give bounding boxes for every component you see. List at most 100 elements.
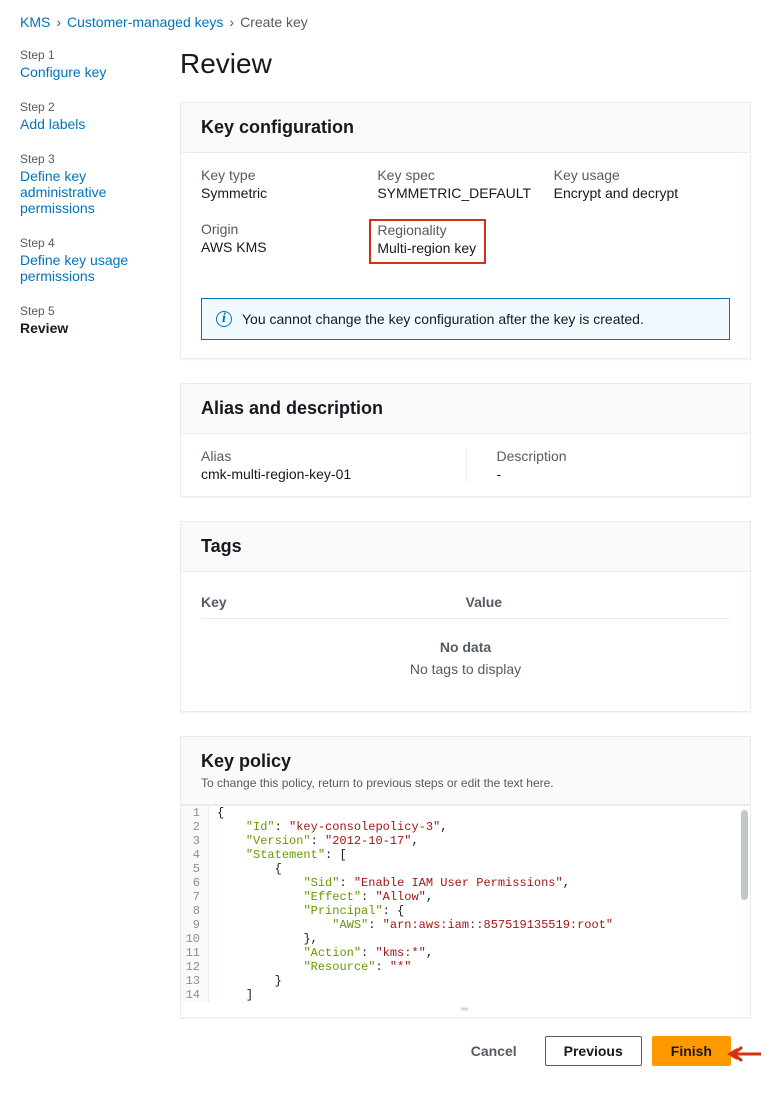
label: Regionality [377, 222, 476, 238]
step-link-define-usage-permissions[interactable]: Define key usage permissions [20, 252, 128, 284]
cancel-button[interactable]: Cancel [453, 1037, 535, 1065]
line-text: }, [209, 932, 326, 946]
chevron-right-icon: › [56, 14, 61, 30]
line-number: 6 [181, 876, 209, 890]
line-text: "Resource": "*" [209, 960, 419, 974]
code-line: 4 "Statement": [ [181, 848, 750, 862]
code-line: 2 "Id": "key-consolepolicy-3", [181, 820, 750, 834]
value: AWS KMS [201, 239, 377, 255]
line-text: { [209, 806, 232, 820]
panel-header: Key configuration [181, 103, 750, 153]
value: Multi-region key [377, 240, 476, 256]
code-line: 3 "Version": "2012-10-17", [181, 834, 750, 848]
panel-header: Alias and description [181, 384, 750, 434]
value: SYMMETRIC_DEFAULT [377, 185, 553, 201]
step-4: Step 4 Define key usage permissions [20, 236, 160, 284]
info-icon: i [216, 311, 232, 327]
line-text: "Principal": { [209, 904, 412, 918]
value: Encrypt and decrypt [554, 185, 730, 201]
page-title: Review [180, 48, 751, 80]
policy-subtext: To change this policy, return to previou… [201, 776, 730, 790]
line-number: 13 [181, 974, 209, 988]
line-text: } [209, 974, 290, 988]
line-number: 4 [181, 848, 209, 862]
finish-button[interactable]: Finish [652, 1036, 731, 1066]
breadcrumb: KMS › Customer-managed keys › Create key [0, 0, 771, 36]
breadcrumb-kms[interactable]: KMS [20, 14, 50, 30]
policy-header-text: Key policy [201, 751, 291, 771]
panel-alias-description: Alias and description Alias cmk-multi-re… [180, 383, 751, 497]
resize-handle[interactable]: ═ [181, 1002, 750, 1017]
tags-nodata: No data [201, 639, 730, 655]
line-text: "Id": "key-consolepolicy-3", [209, 820, 455, 834]
info-text: You cannot change the key configuration … [242, 311, 644, 327]
step-1: Step 1 Configure key [20, 48, 160, 80]
step-3: Step 3 Define key administrative permiss… [20, 152, 160, 216]
line-text: "Sid": "Enable IAM User Permissions", [209, 876, 578, 890]
line-text: "AWS": "arn:aws:iam::857519135519:root" [209, 918, 621, 932]
line-number: 14 [181, 988, 209, 1002]
line-number: 3 [181, 834, 209, 848]
line-text: "Effect": "Allow", [209, 890, 441, 904]
line-number: 1 [181, 806, 209, 820]
line-number: 7 [181, 890, 209, 904]
code-line: 13 } [181, 974, 750, 988]
value: - [497, 466, 731, 482]
kv-key-spec: Key spec SYMMETRIC_DEFAULT [377, 167, 553, 201]
line-number: 11 [181, 946, 209, 960]
kv-key-type: Key type Symmetric [201, 167, 377, 201]
kv-regionality: Regionality Multi-region key [377, 221, 553, 266]
value: Symmetric [201, 185, 377, 201]
tags-nomsg: No tags to display [201, 661, 730, 677]
line-number: 5 [181, 862, 209, 876]
wizard-steps: Step 1 Configure key Step 2 Add labels S… [0, 36, 180, 1096]
step-num: Step 5 [20, 304, 160, 318]
tags-col-value: Value [466, 594, 731, 610]
code-line: 7 "Effect": "Allow", [181, 890, 750, 904]
line-number: 8 [181, 904, 209, 918]
code-line: 9 "AWS": "arn:aws:iam::857519135519:root… [181, 918, 750, 932]
step-num: Step 1 [20, 48, 160, 62]
breadcrumb-customer-managed-keys[interactable]: Customer-managed keys [67, 14, 223, 30]
line-number: 9 [181, 918, 209, 932]
previous-button[interactable]: Previous [545, 1036, 642, 1066]
label: Alias [201, 448, 466, 464]
step-5: Step 5 Review [20, 304, 160, 336]
line-text: "Statement": [ [209, 848, 355, 862]
scrollbar-thumb[interactable] [741, 810, 748, 900]
code-line: 1{ [181, 806, 750, 820]
code-line: 11 "Action": "kms:*", [181, 946, 750, 960]
step-link-configure-key[interactable]: Configure key [20, 64, 106, 80]
kv-key-usage: Key usage Encrypt and decrypt [554, 167, 730, 201]
kv-description: Description - [466, 448, 731, 482]
label: Description [497, 448, 731, 464]
panel-key-configuration: Key configuration Key type Symmetric Key… [180, 102, 751, 359]
step-num: Step 4 [20, 236, 160, 250]
panel-header: Tags [181, 522, 750, 572]
label: Origin [201, 221, 377, 237]
step-link-add-labels[interactable]: Add labels [20, 116, 85, 132]
line-number: 12 [181, 960, 209, 974]
line-text: ] [209, 988, 261, 1002]
kv-origin: Origin AWS KMS [201, 221, 377, 266]
arrow-annotation-icon [727, 1046, 761, 1062]
step-link-define-admin-permissions[interactable]: Define key administrative permissions [20, 168, 106, 216]
step-num: Step 2 [20, 100, 160, 114]
line-text: "Action": "kms:*", [209, 946, 441, 960]
line-text: "Version": "2012-10-17", [209, 834, 427, 848]
line-number: 2 [181, 820, 209, 834]
info-immutable-warning: i You cannot change the key configuratio… [201, 298, 730, 340]
code-line: 12 "Resource": "*" [181, 960, 750, 974]
panel-header: Key policy To change this policy, return… [181, 737, 750, 805]
label: Key spec [377, 167, 553, 183]
code-line: 5 { [181, 862, 750, 876]
policy-editor[interactable]: 1{2 "Id": "key-consolepolicy-3",3 "Versi… [181, 805, 750, 1002]
label: Key type [201, 167, 377, 183]
code-line: 8 "Principal": { [181, 904, 750, 918]
highlight-box: Regionality Multi-region key [369, 219, 486, 264]
breadcrumb-current: Create key [240, 14, 308, 30]
value: cmk-multi-region-key-01 [201, 466, 466, 482]
step-link-review[interactable]: Review [20, 320, 68, 336]
chevron-right-icon: › [229, 14, 234, 30]
panel-key-policy: Key policy To change this policy, return… [180, 736, 751, 1018]
